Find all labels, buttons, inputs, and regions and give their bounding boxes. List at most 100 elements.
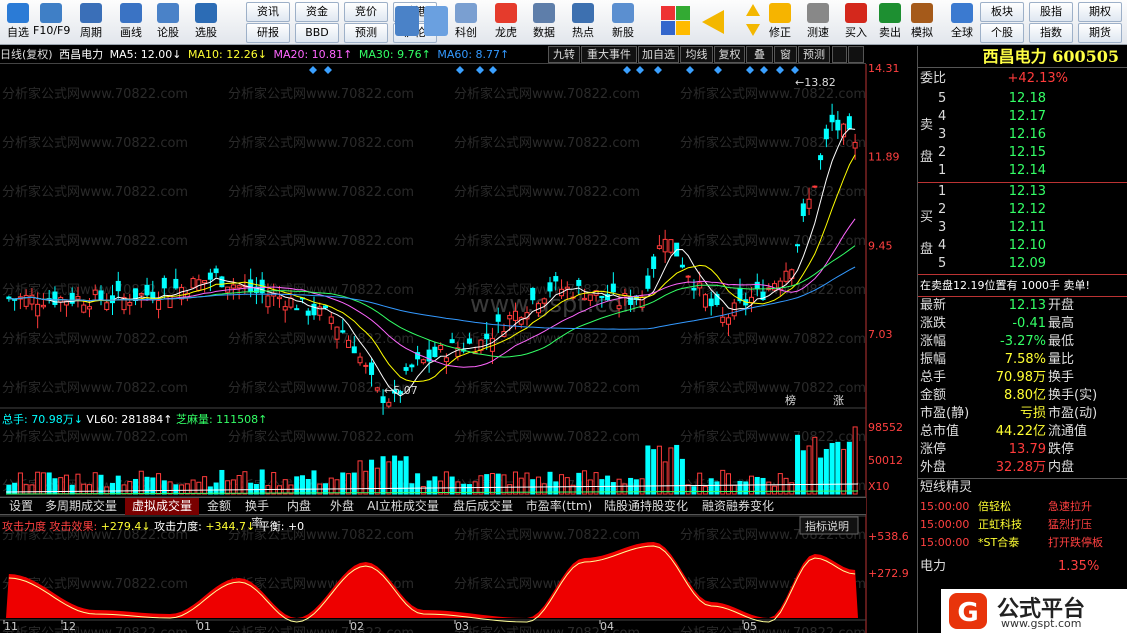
toolbar-button-2[interactable]: 周期 <box>73 1 109 44</box>
volume-bar <box>271 472 277 495</box>
toolbar-button-0[interactable]: 自选 <box>0 1 36 44</box>
tab-7[interactable]: AI立桩成交量 <box>363 498 443 515</box>
toolbar-button-1[interactable]: F10/F9 <box>33 1 70 44</box>
back-arrow-icon[interactable] <box>702 10 724 34</box>
candle-body <box>587 294 593 301</box>
toolbar-icon-19 <box>807 3 829 23</box>
volume-bar <box>651 449 657 495</box>
volume-bar <box>213 482 219 495</box>
toolbar-icon-0 <box>7 3 29 23</box>
volume-bar <box>190 479 196 495</box>
dropdown-icon[interactable] <box>848 46 864 63</box>
toolbar-button-14[interactable]: 热点 <box>565 1 601 44</box>
toolbar-button-15[interactable]: 新股 <box>605 1 641 44</box>
window-layout-icon[interactable] <box>661 6 691 36</box>
tab-1[interactable]: 多周期成交量 <box>40 498 122 515</box>
volume-bar <box>766 481 772 495</box>
header-button-1[interactable]: 重大事件 <box>581 46 637 63</box>
tab-4[interactable]: 换手率 <box>240 498 274 530</box>
volume-bar <box>691 486 697 495</box>
sell-price: 12.18 <box>1008 91 1046 106</box>
chart-mode[interactable]: 日线(复权) <box>0 48 53 61</box>
toolbar-button-11[interactable]: 科创 <box>448 1 484 44</box>
toolbar-small-button[interactable]: 预测 <box>344 23 388 43</box>
candle-body <box>294 308 300 311</box>
stat-label: 总市值 <box>920 424 960 439</box>
tab-10[interactable]: 陆股通持股变化 <box>599 498 693 515</box>
tab-0[interactable]: 设置 <box>6 498 36 515</box>
candle-body <box>35 303 41 317</box>
candle-body <box>420 359 426 364</box>
up-arrow-icon[interactable] <box>746 4 760 16</box>
candle-body <box>351 346 357 354</box>
toolbar-button-22[interactable]: 模拟 <box>904 1 940 44</box>
header-button-5[interactable]: 叠 <box>746 46 773 63</box>
volume-bar <box>150 477 156 495</box>
volume-bar <box>806 445 812 495</box>
tab-8[interactable]: 盘后成交量 <box>446 498 520 515</box>
toolbar-small-button[interactable]: BBD <box>295 23 339 43</box>
toolbar-button-4[interactable]: 论股 <box>150 1 186 44</box>
toolbar-right-button[interactable]: 股指 <box>1029 2 1073 22</box>
toolbar-button-23[interactable]: 全球 <box>944 1 980 44</box>
toolbar-small-button[interactable]: 资金 <box>295 2 339 22</box>
toolbar-right-button[interactable]: 指数 <box>1029 23 1073 43</box>
header-button-3[interactable]: 均线 <box>680 46 713 63</box>
volume-bar <box>311 470 317 495</box>
kline-chart[interactable]: 分析家公式网www.70822.com 分析家公式网www.70822.com 分析… <box>0 64 917 633</box>
tab-11[interactable]: 融资融券变化 <box>697 498 779 515</box>
toolbar-small-button[interactable]: 竞价 <box>344 2 388 22</box>
toolbar-extra-icon[interactable] <box>424 6 448 36</box>
lock-icon[interactable] <box>832 46 847 63</box>
stat-value: 32.28万 <box>995 460 1046 475</box>
candle-body <box>651 256 657 269</box>
buy-level-num: 2 <box>938 202 947 217</box>
tab-5[interactable]: 内盘 <box>277 498 321 515</box>
toolbar-small-button[interactable]: 研报 <box>246 23 290 43</box>
toolbar-button-3[interactable]: 画线 <box>113 1 149 44</box>
news-stock: *ST合泰 <box>978 536 1020 549</box>
header-button-0[interactable]: 九转 <box>548 46 580 63</box>
volume-bar <box>363 470 369 495</box>
header-button-4[interactable]: 复权 <box>714 46 745 63</box>
header-button-2[interactable]: 加自选 <box>638 46 679 63</box>
buy-price: 12.12 <box>1008 202 1046 217</box>
header-button-7[interactable]: 预测 <box>798 46 830 63</box>
stat-row: 外盘 32.28万 内盘 <box>918 459 1127 477</box>
buy-level-row: 1 12.13 <box>918 183 1127 201</box>
candle-body <box>662 238 668 253</box>
toolbar-button-18[interactable]: 修正 <box>762 1 798 44</box>
toolbar-right-button[interactable]: 期货 <box>1078 23 1122 43</box>
toolbar-button-20[interactable]: 买入 <box>838 1 874 44</box>
volume-bar <box>173 484 179 495</box>
watermark-text: 分析家公式网www.70822.com <box>680 233 866 249</box>
down-arrow-icon[interactable] <box>746 24 760 36</box>
toolbar-label-13: 数据 <box>533 26 555 39</box>
candle-body <box>645 275 651 289</box>
toolbar-extra-icon[interactable] <box>395 6 419 36</box>
toolbar-small-button[interactable]: 资讯 <box>246 2 290 22</box>
toolbar-button-5[interactable]: 选股 <box>188 1 224 44</box>
volume-bar <box>196 481 202 495</box>
toolbar-button-13[interactable]: 数据 <box>526 1 562 44</box>
toolbar-button-21[interactable]: 卖出 <box>872 1 908 44</box>
candle-body <box>98 290 104 301</box>
volume-bar <box>432 476 438 495</box>
toolbar-button-19[interactable]: 测速 <box>800 1 836 44</box>
toolbar-right-button[interactable]: 期权 <box>1078 2 1122 22</box>
toolbar-button-12[interactable]: 龙虎 <box>488 1 524 44</box>
tab-2[interactable]: 虚拟成交量 <box>125 498 199 515</box>
volume-bar <box>230 479 236 495</box>
toolbar-label-22: 模拟 <box>911 26 933 39</box>
tab-3[interactable]: 金额 <box>202 498 236 515</box>
header-button-6[interactable]: 窗 <box>774 46 797 63</box>
volume-bar <box>328 477 334 495</box>
candle-body <box>702 294 708 308</box>
toolbar-right-button[interactable]: 个股 <box>980 23 1024 43</box>
candle-body <box>795 244 801 247</box>
toolbar-right-button[interactable]: 板块 <box>980 2 1024 22</box>
candle-body <box>311 303 317 316</box>
tab-9[interactable]: 市盈率(ttm) <box>523 498 595 515</box>
tab-6[interactable]: 外盘 <box>325 498 359 515</box>
candle-body <box>466 338 472 344</box>
